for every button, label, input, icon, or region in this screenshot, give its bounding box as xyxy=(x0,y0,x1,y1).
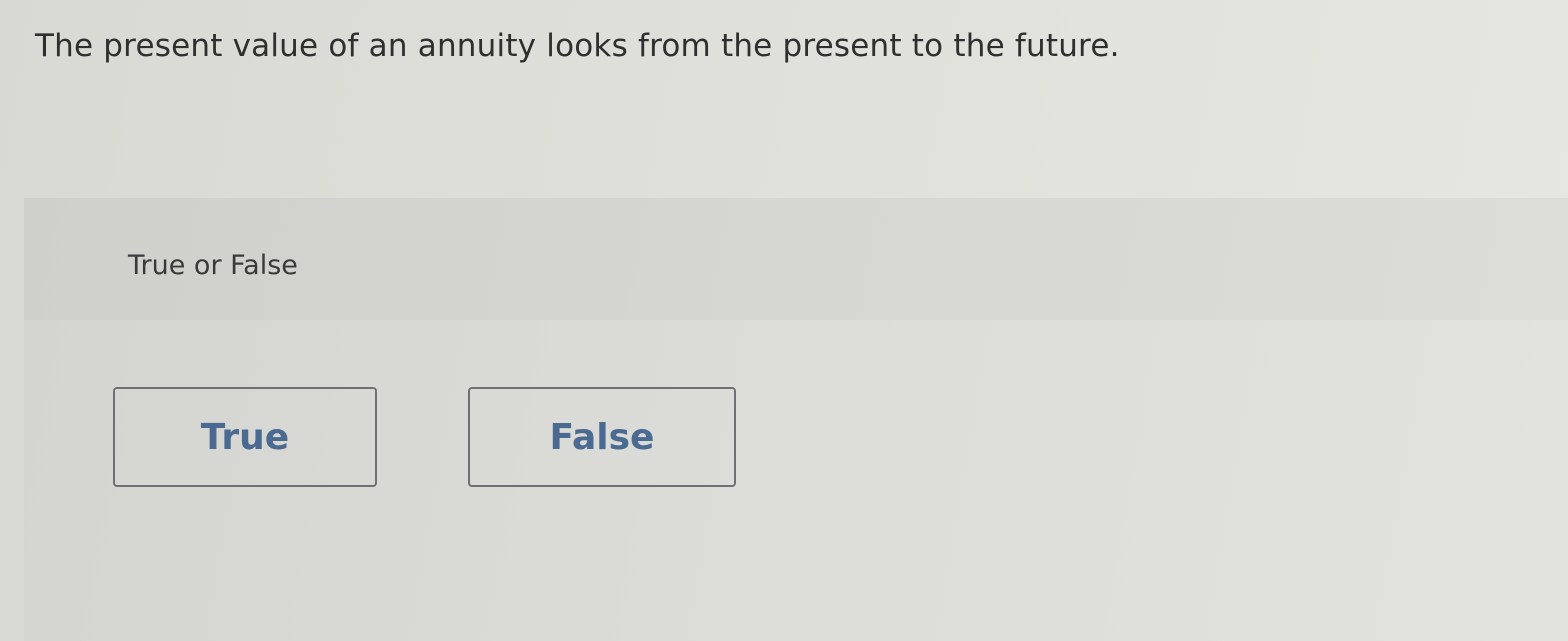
question-text: The present value of an annuity looks fr… xyxy=(35,28,1120,64)
prompt-band: True or False xyxy=(24,198,1568,320)
true-or-false-label: True or False xyxy=(128,250,298,281)
true-button[interactable]: True xyxy=(113,387,377,487)
false-button[interactable]: False xyxy=(468,387,736,487)
answer-area: True or False True False xyxy=(24,198,1568,641)
